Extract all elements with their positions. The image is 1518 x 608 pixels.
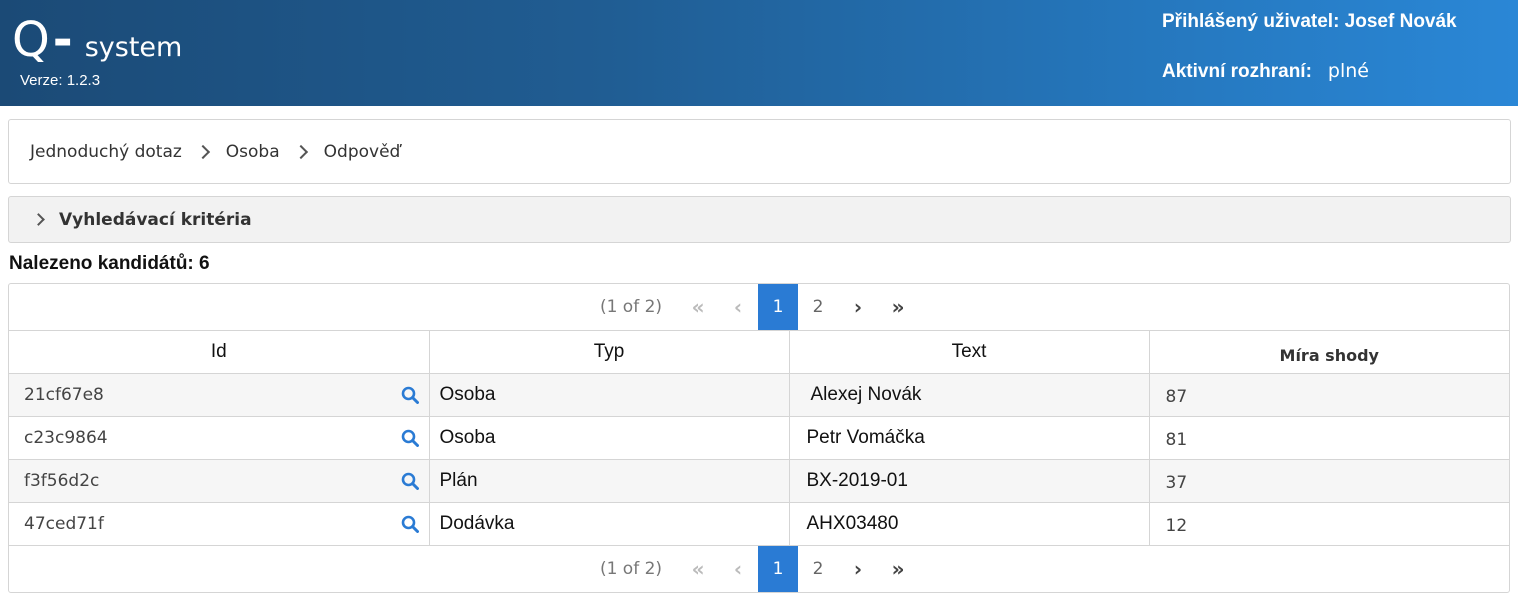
cell-text: BX-2019-01	[788, 459, 1150, 503]
breadcrumb-item-answer[interactable]: Odpověď	[324, 142, 401, 162]
paginator-top: (1 of 2) « ‹ 1 2 › »	[9, 284, 1509, 330]
double-chevron-left-icon: «	[691, 295, 705, 319]
cell-score: 81	[1148, 416, 1509, 460]
cell-text: Petr Vomáčka	[788, 416, 1150, 460]
logo-q: Q	[12, 12, 51, 68]
chevron-left-icon: ‹	[733, 557, 743, 581]
search-criteria-toggle[interactable]: Vyhledávací kritéria	[8, 196, 1511, 243]
page-2-button[interactable]: 2	[798, 284, 838, 330]
table-row: f3f56d2c Plán BX-2019-01 37	[9, 459, 1509, 503]
chevron-right-icon	[32, 213, 45, 226]
breadcrumb-item-query[interactable]: Jednoduchý dotaz	[30, 142, 182, 162]
column-header-text[interactable]: Text	[788, 330, 1150, 374]
cell-typ: Dodávka	[428, 502, 790, 546]
search-icon[interactable]	[401, 386, 419, 404]
double-chevron-left-icon: «	[691, 557, 705, 581]
results-grid: Id Typ Text Míra shody 21cf67e8 Osoba Al…	[9, 330, 1509, 546]
page-1-button[interactable]: 1	[758, 284, 799, 330]
page-2-button[interactable]: 2	[798, 546, 838, 592]
next-page-button[interactable]: ›	[838, 546, 878, 592]
active-interface-label: Aktivní rozhraní:	[1162, 61, 1312, 82]
results-body: 21cf67e8 Osoba Alexej Novák 87 c23c9864 …	[9, 373, 1509, 546]
page-report: (1 of 2)	[599, 297, 663, 317]
chevron-right-icon: ›	[853, 557, 863, 581]
double-chevron-right-icon: »	[891, 557, 905, 581]
cell-id-text: f3f56d2c	[24, 471, 100, 491]
table-row: 47ced71f Dodávka AHX03480 12	[9, 502, 1509, 546]
search-icon[interactable]	[401, 472, 419, 490]
chevron-right-icon	[293, 144, 308, 159]
cell-id: 47ced71f	[9, 502, 430, 546]
cell-id-text: 21cf67e8	[24, 385, 104, 405]
search-criteria-label: Vyhledávací kritéria	[59, 209, 252, 230]
table-row: 21cf67e8 Osoba Alexej Novák 87	[9, 373, 1509, 417]
logged-user: Přihlášený uživatel: Josef Novák	[1162, 11, 1457, 32]
cell-text: Alexej Novák	[788, 373, 1150, 417]
column-header-score[interactable]: Míra shody	[1148, 330, 1509, 374]
cell-typ: Osoba	[428, 373, 790, 417]
cell-typ: Plán	[428, 459, 790, 503]
app-header: Q - system Verze: 1.2.3 Přihlášený uživa…	[0, 0, 1518, 106]
cell-id: f3f56d2c	[9, 459, 430, 503]
next-page-button[interactable]: ›	[838, 284, 878, 330]
version-label: Verze: 1.2.3	[20, 72, 101, 89]
cell-id: c23c9864	[9, 416, 430, 460]
breadcrumb-item-person[interactable]: Osoba	[226, 142, 280, 162]
column-header-id[interactable]: Id	[9, 330, 430, 374]
chevron-right-icon: ›	[853, 295, 863, 319]
page-1-button[interactable]: 1	[758, 546, 799, 592]
logo-dash: -	[52, 12, 73, 68]
cell-score: 87	[1148, 373, 1509, 417]
cell-score: 37	[1148, 459, 1509, 503]
cell-id-text: 47ced71f	[24, 514, 104, 534]
prev-page-button[interactable]: ‹	[718, 284, 758, 330]
logo: Q - system	[12, 14, 182, 66]
active-interface-value: plné	[1327, 60, 1369, 82]
search-icon[interactable]	[401, 515, 419, 533]
cell-id-text: c23c9864	[24, 428, 108, 448]
results-count: Nalezeno kandidátů: 6	[9, 253, 210, 274]
table-row: c23c9864 Osoba Petr Vomáčka 81	[9, 416, 1509, 460]
cell-typ: Osoba	[428, 416, 790, 460]
double-chevron-right-icon: »	[891, 295, 905, 319]
breadcrumb: Jednoduchý dotaz Osoba Odpověď	[8, 119, 1511, 184]
search-icon[interactable]	[401, 429, 419, 447]
paginator-bottom: (1 of 2) « ‹ 1 2 › »	[9, 546, 1509, 592]
chevron-right-icon	[195, 144, 210, 159]
last-page-button[interactable]: »	[878, 284, 918, 330]
last-page-button[interactable]: »	[878, 546, 918, 592]
first-page-button[interactable]: «	[678, 546, 718, 592]
column-header-typ[interactable]: Typ	[428, 330, 790, 374]
page-report: (1 of 2)	[599, 559, 663, 579]
prev-page-button[interactable]: ‹	[718, 546, 758, 592]
cell-text: AHX03480	[788, 502, 1150, 546]
cell-score: 12	[1148, 502, 1509, 546]
active-interface: Aktivní rozhraní: plné	[1162, 60, 1369, 83]
chevron-left-icon: ‹	[733, 295, 743, 319]
logo-system: system	[84, 32, 183, 63]
results-table: (1 of 2) « ‹ 1 2 › » Id Typ Text Míra sh…	[8, 283, 1510, 593]
cell-id: 21cf67e8	[9, 373, 430, 417]
first-page-button[interactable]: «	[678, 284, 718, 330]
